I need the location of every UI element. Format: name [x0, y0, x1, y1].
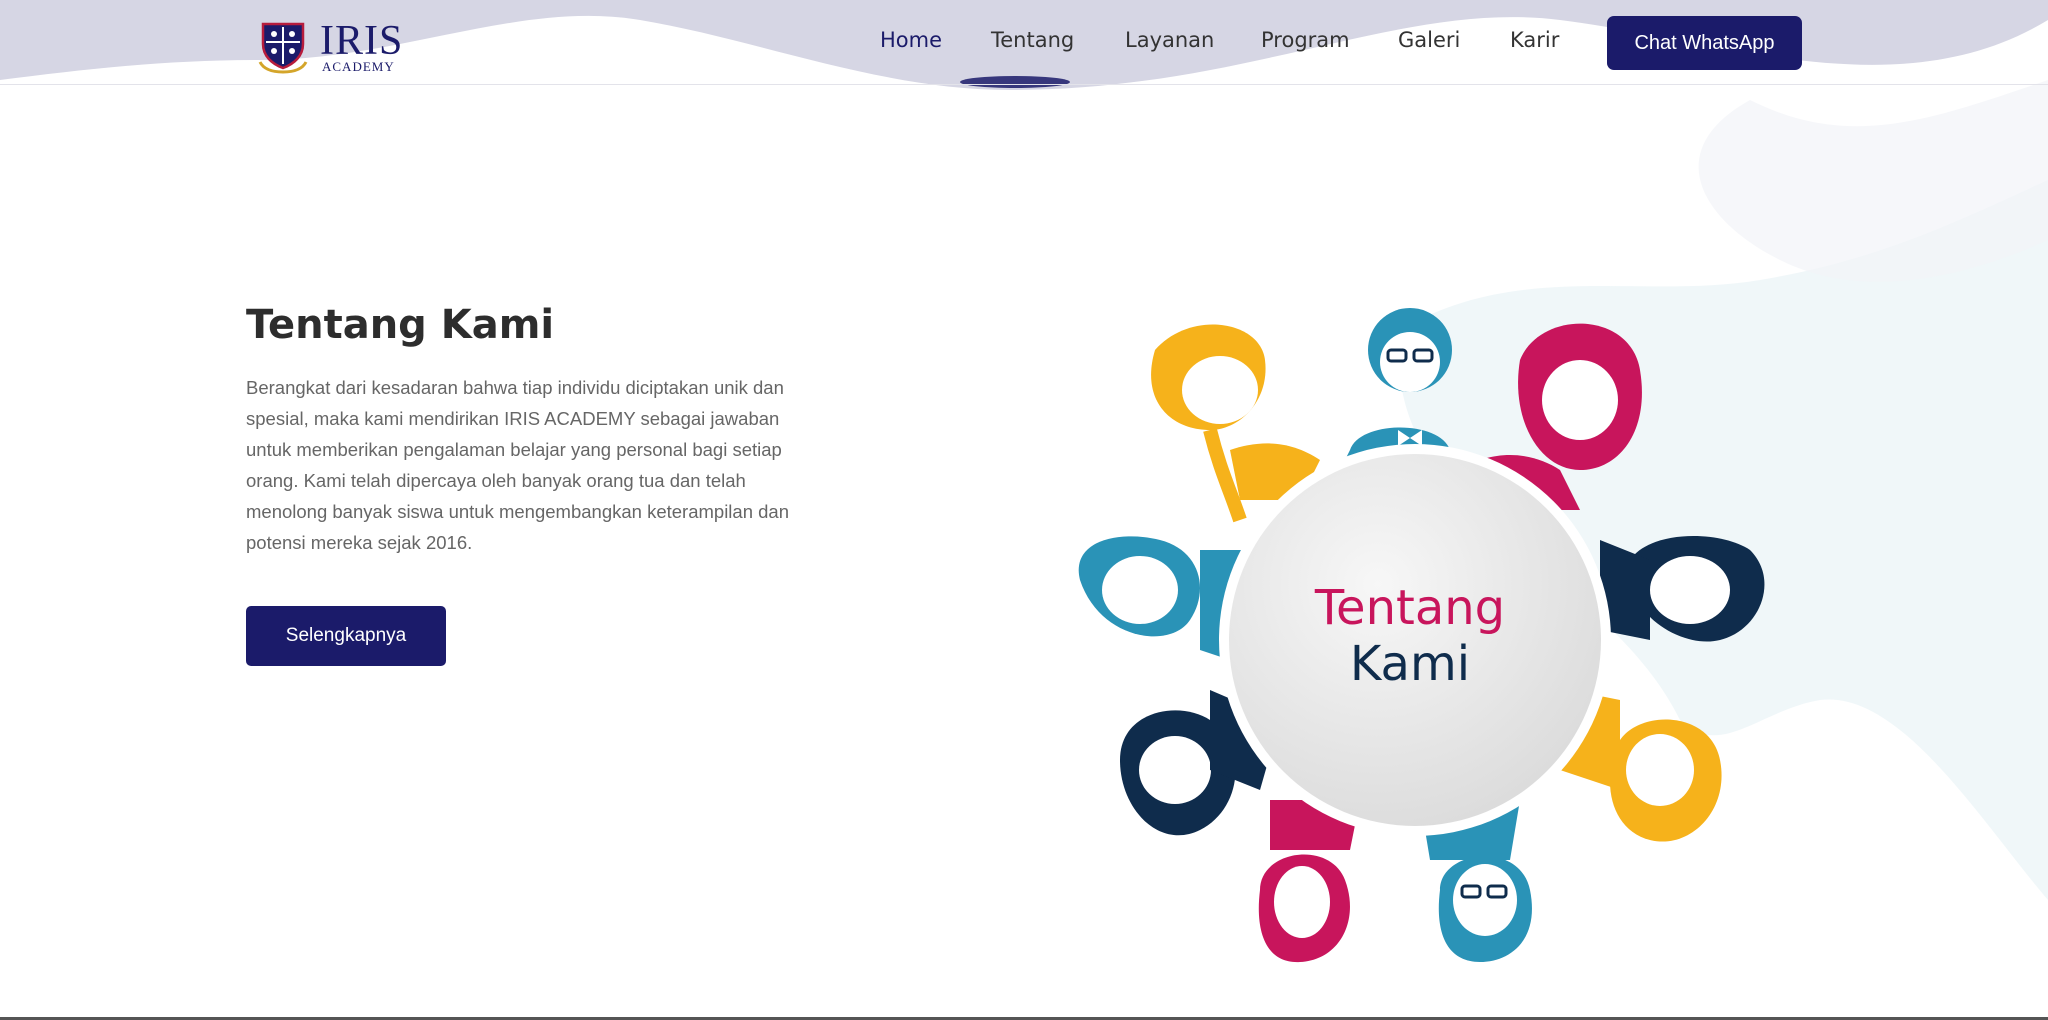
illustration-title-line2: Kami [1349, 636, 1471, 692]
nav-galeri[interactable]: Galeri [1398, 28, 1460, 52]
read-more-button[interactable]: Selengkapnya [246, 606, 446, 666]
nav-tentang[interactable]: Tentang [991, 28, 1074, 52]
section-description: Berangkat dari kesadaran bahwa tiap indi… [246, 377, 790, 553]
illustration-title: Tentang Kami [1230, 580, 1590, 692]
logo-subtitle: ACADEMY [322, 58, 395, 74]
nav-layanan[interactable]: Layanan [1125, 28, 1214, 52]
chat-whatsapp-button[interactable]: Chat WhatsApp [1607, 16, 1802, 70]
section-title: Tentang Kami [246, 302, 555, 348]
person-navy-right [1600, 536, 1765, 642]
nav-home[interactable]: Home [880, 28, 942, 52]
person-pink-bottom [1258, 800, 1360, 963]
site-header: IRIS ACADEMY Home Tentang Layanan Progra… [0, 0, 2048, 85]
illustration-title-line1: Tentang [1314, 580, 1506, 636]
nav-program[interactable]: Program [1261, 28, 1350, 52]
nav-karir[interactable]: Karir [1510, 28, 1559, 52]
